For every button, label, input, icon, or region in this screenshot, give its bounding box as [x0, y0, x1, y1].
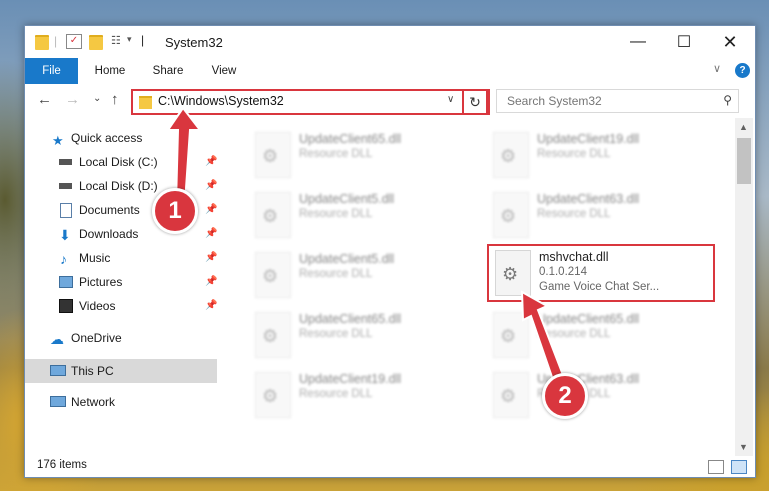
arrow-2 [520, 290, 565, 382]
step-2-badge: 2 [542, 373, 588, 419]
annotation-arrows [166, 106, 565, 382]
step-1-badge: 1 [152, 188, 198, 234]
